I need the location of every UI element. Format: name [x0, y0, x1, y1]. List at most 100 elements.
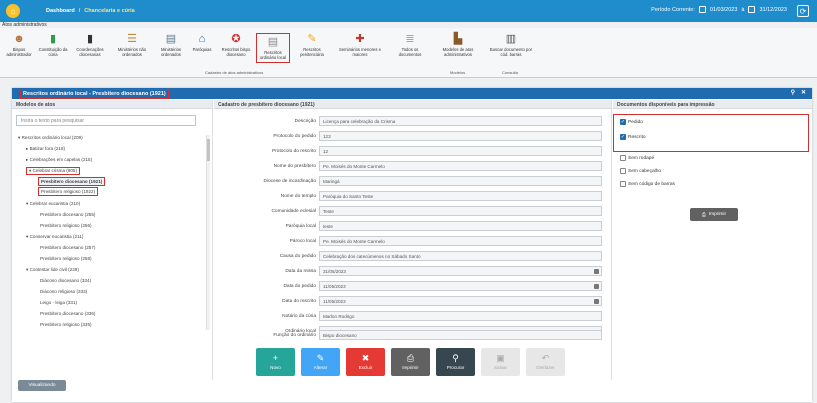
visualizando-badge: Visualizando [18, 380, 66, 391]
close-icon[interactable]: ✕ [801, 89, 806, 96]
ribbon-ministerios-ordenados[interactable]: ▤ Ministérios ordenados [156, 32, 186, 58]
tree-leaf[interactable]: Leigo - leiga (331) [40, 300, 77, 305]
checkbox-checked[interactable]: ✓ [620, 119, 626, 125]
documents-icon: ☰ [127, 32, 137, 45]
check-sem-codigo[interactable]: Sem código de barras [620, 181, 675, 187]
refresh-icon[interactable]: ⟳ [797, 5, 809, 17]
search-button[interactable]: ⚲ Procurar [436, 348, 475, 376]
calendar-icon[interactable] [748, 6, 756, 13]
panel-title: Rescritos ordinário local - Presbítero d… [20, 88, 169, 99]
undo-button[interactable]: ↶ Desfazer [526, 348, 565, 376]
field-label: Protocolo do pedido [273, 133, 316, 139]
ribbon-bispos[interactable]: ☻ Bispos administrador [4, 32, 34, 58]
field-value: 31/05/2023 [323, 269, 346, 274]
ribbon-coordenacoes[interactable]: ▮ Coordenações diocesanas [72, 32, 108, 58]
tree-node[interactable]: ▾ Contestar lide civil (229) [26, 267, 79, 273]
field-value[interactable]: Pe. Moisés do Monte Carmelo [319, 236, 602, 246]
breadcrumb-chancelaria[interactable]: Chancelaria e cúria [84, 8, 134, 14]
field-value[interactable]: Marlon Rodrigo [319, 311, 602, 321]
ribbon-label: Buscar documento por cód. barras [489, 47, 533, 57]
tree-node[interactable]: ▾ Celebrar eucaristia (210) [26, 201, 80, 207]
form-row: Data do rescrito 11/05/2023 [217, 296, 602, 306]
home-icon[interactable]: ⌂ [6, 4, 20, 18]
ribbon-paroquias[interactable]: ⌂ Paróquias [188, 32, 216, 53]
tree-leaf[interactable]: Presbítero diocesano (336) [40, 311, 95, 316]
ribbon-label: Modelos de atos administrativos [442, 47, 474, 57]
delete-button[interactable]: ✖ Excluir [346, 348, 385, 376]
scroll-thumb[interactable] [207, 139, 210, 161]
tree-node[interactable]: ▸ Batizar fora (218) [26, 146, 65, 152]
period-to[interactable]: 31/12/2023 [759, 7, 787, 13]
ribbon-ministerios-nao[interactable]: ☰ Ministérios não ordenados [110, 32, 154, 58]
search-input[interactable]: Insira o texto para pesquisar [16, 115, 196, 126]
field-value[interactable]: Pe. Moisés do Monte Carmelo [319, 161, 602, 171]
tree-leaf-selected[interactable]: Presbítero diocesano (1921) [38, 177, 106, 186]
ribbon-seminarios[interactable]: ✚ Seminários menores e maiores [332, 32, 388, 58]
ribbon-buscar[interactable]: ▥ Buscar documento por cód. barras [486, 32, 536, 58]
ribbon-todos-documentos[interactable]: ≣ Todos os documentos [392, 32, 428, 58]
tree-node[interactable]: ▾ Conservar eucaristia (211) [26, 234, 83, 240]
tree-leaf[interactable]: Diácono religioso (333) [40, 289, 87, 294]
date-field[interactable]: 11/05/2023 [319, 281, 602, 291]
ribbon-rescritos-ordinario[interactable]: ▤ Rescritos ordinário local [256, 33, 290, 63]
field-value[interactable]: Teste [319, 206, 602, 216]
period-to-label: à [741, 6, 745, 13]
field-value[interactable]: Celebração dos catecúmenos no Sábado San… [319, 251, 602, 261]
print-button[interactable]: ⎙ Imprimir [391, 348, 430, 376]
field-value[interactable]: Licença para celebração da Crisma [319, 116, 602, 126]
search-icon[interactable]: ⚲ [791, 89, 795, 96]
print-docs-button[interactable]: ⎙ Imprimir [690, 208, 738, 221]
tree-leaf[interactable]: Presbítero religioso (1922) [38, 187, 99, 196]
tree-leaf[interactable]: Presbítero religioso (258) [40, 256, 92, 261]
tree-leaf[interactable]: Presbítero religioso (256) [40, 223, 92, 228]
check-label: Pedido [628, 119, 643, 125]
checkbox[interactable] [620, 181, 626, 187]
check-sem-cabecalho[interactable]: Sem cabeçalho [620, 168, 661, 174]
calendar-icon[interactable] [594, 284, 599, 289]
button-label: Excluir [358, 365, 373, 370]
calendar-icon[interactable] [698, 6, 706, 13]
check-label: Sem cabeçalho [628, 168, 662, 174]
calendar-icon[interactable] [594, 299, 599, 304]
tree-leaf[interactable]: Presbítero religioso (335) [40, 322, 92, 327]
checkbox-checked[interactable]: ✓ [620, 134, 626, 140]
tree-leaf[interactable]: Presbítero diocesano (255) [40, 212, 95, 217]
printer-icon: ⎙ [701, 212, 706, 218]
tree-node[interactable]: ▾ Rescritos ordinário local (209) [18, 135, 83, 141]
tree-scrollbar[interactable] [206, 135, 210, 330]
date-field[interactable]: 11/05/2023 [319, 296, 602, 306]
new-button[interactable]: + Novo [256, 348, 295, 376]
tree-node-celebrar-crisma[interactable]: ▾ Celebrar crisma (805) [26, 167, 81, 175]
form-row: Data da missa 31/05/2023 [217, 266, 602, 276]
tree-node[interactable]: ▸ Celebrações em capelas (215) [26, 157, 92, 163]
field-value[interactable]: 123 [319, 131, 602, 141]
save-icon: ▣ [496, 353, 505, 363]
checkbox[interactable] [620, 155, 626, 161]
calendar-icon[interactable] [594, 269, 599, 274]
field-value[interactable]: Paróquia do Santo Teste [319, 191, 602, 201]
check-sem-rodape[interactable]: Sem rodapé [620, 155, 654, 161]
period-from[interactable]: 01/03/2023 [710, 7, 738, 13]
field-value[interactable]: Maringá [319, 176, 602, 186]
ribbon-label: Ministérios não ordenados [117, 47, 147, 57]
tree-leaf[interactable]: Diácono diocesano (334) [40, 278, 91, 283]
form-row: Diocese de incardinação Maringá [217, 176, 602, 186]
edit-button[interactable]: ✎ Alterar [301, 348, 340, 376]
tree-leaf[interactable]: Presbítero diocesano (257) [40, 245, 95, 250]
field-value[interactable]: 12 [319, 146, 602, 156]
ribbon-rescritos-penitenciaria[interactable]: ✎ Rescritos penitenciária [294, 32, 330, 58]
breadcrumb-dashboard[interactable]: Dashboard [46, 8, 75, 14]
checkbox[interactable] [620, 168, 626, 174]
field-label: Nome do templo [280, 193, 316, 199]
ribbon-constituicao[interactable]: ▮ Constituição da cúria [36, 32, 70, 58]
panel-header: Rescritos ordinário local - Presbítero d… [12, 88, 812, 99]
date-field[interactable]: 31/05/2023 [319, 266, 602, 276]
form-row: Data do pedido 11/05/2023 [217, 281, 602, 291]
field-value[interactable]: teste [319, 221, 602, 231]
field-value[interactable]: Bispo diocesano [319, 330, 602, 340]
check-rescrito[interactable]: ✓ Rescrito [620, 134, 646, 140]
check-pedido[interactable]: ✓ Pedido [620, 119, 643, 125]
ribbon-rescritos-bispo[interactable]: ✪ Rescritos bispo diocesano [218, 32, 254, 58]
ribbon-modelos[interactable]: ▙ Modelos de atos administrativos [432, 32, 484, 58]
save-button[interactable]: ▣ Salvar [481, 348, 520, 376]
